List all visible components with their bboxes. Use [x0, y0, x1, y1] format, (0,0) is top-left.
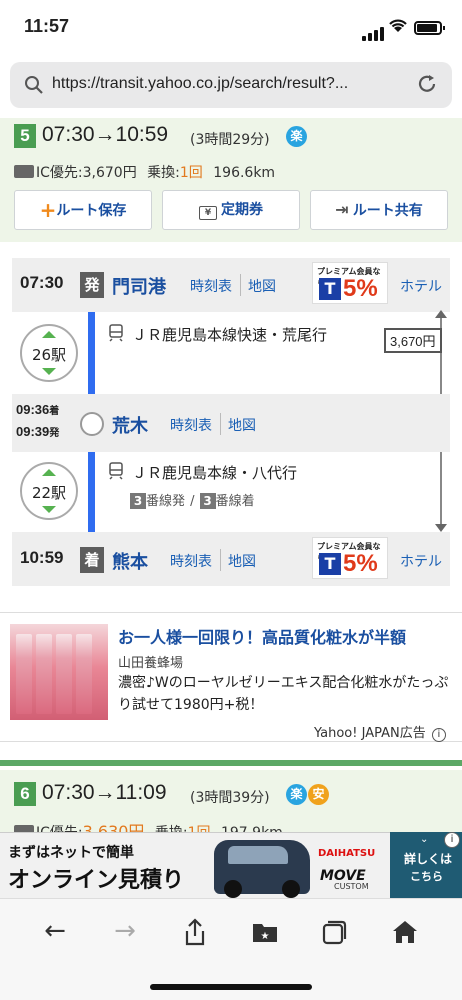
distance: 196.6km: [213, 165, 276, 181]
timetable-link[interactable]: 時刻表: [170, 551, 212, 571]
expand-up-icon: [42, 469, 56, 476]
status-time: 11:57: [24, 16, 70, 36]
home-indicator: [150, 984, 312, 990]
ad-title[interactable]: お一人様一回限り！高品質化粧水が半額: [118, 624, 406, 648]
bookmarks-button[interactable]: ★: [242, 908, 288, 954]
car-image: [214, 840, 310, 898]
t-point-icon: T: [319, 278, 341, 300]
ad-body: 濃密♪Wのローヤルゼリーエキス配合化粧水がたっぷり試せて1980円+税！: [118, 675, 449, 713]
route-info: IC優先:3,670円 乗換:1回 196.6km: [14, 162, 275, 182]
route-divider: [0, 760, 462, 766]
hotel-link[interactable]: ホテル: [400, 276, 442, 296]
arr-time: 10:59: [20, 548, 64, 567]
plus-icon: +: [39, 198, 57, 222]
separator: [220, 413, 221, 435]
station-name[interactable]: 荒木: [112, 412, 148, 438]
timetable-link[interactable]: 時刻表: [170, 415, 212, 435]
expand-down-icon: [42, 506, 56, 513]
forward-button[interactable]: →: [102, 908, 148, 954]
separator: [220, 549, 221, 571]
ad-advertiser: 山田養蜂場: [118, 656, 184, 671]
t-point-icon: T: [319, 553, 341, 575]
info-icon[interactable]: i: [431, 728, 446, 742]
t-point-promo[interactable]: プレミアム会員なら T 5%: [312, 537, 388, 579]
train-name[interactable]: ＪＲ鹿児島本線・八代行: [132, 462, 297, 483]
easy-badge: 楽: [286, 126, 307, 147]
train-icon: [108, 324, 124, 346]
share-button[interactable]: [172, 908, 218, 954]
route-times: 07:30→11:09: [42, 781, 167, 804]
banner-line2: オンライン見積り: [8, 868, 185, 893]
model-sub: CUSTOM: [334, 882, 369, 891]
platform-info: 3 番線発 / 3 番線着: [130, 490, 255, 509]
svg-text:★: ★: [261, 931, 270, 942]
wifi-icon: [388, 18, 408, 37]
share-route-button[interactable]: ⇥ ルート共有: [310, 190, 448, 230]
arr-tag: 着: [80, 547, 104, 573]
stop-count[interactable]: 26駅: [20, 324, 78, 382]
ad-image[interactable]: [10, 624, 108, 720]
hotel-link[interactable]: ホテル: [400, 551, 442, 571]
transfer-count: 1回: [179, 165, 203, 181]
arrow-down-icon: [435, 524, 447, 532]
share-icon: ⇥: [335, 200, 349, 219]
expand-up-icon: [42, 331, 56, 338]
save-route-button[interactable]: +ルート保存: [14, 190, 152, 230]
train-name[interactable]: ＪＲ鹿児島本線快速・荒尾行: [132, 324, 327, 345]
expand-down-icon: [42, 368, 56, 375]
reload-icon[interactable]: [416, 73, 438, 99]
dep-time: 07:30: [20, 273, 64, 292]
route-times: 07:30→10:59: [42, 123, 169, 146]
station-name[interactable]: 門司港: [112, 273, 166, 299]
info-icon[interactable]: i: [444, 832, 460, 848]
url-bar[interactable]: https://transit.yahoo.co.jp/search/resul…: [10, 62, 452, 108]
map-link[interactable]: 地図: [248, 276, 276, 296]
brand-logo: DAIHATSU: [318, 848, 376, 859]
map-link[interactable]: 地図: [228, 415, 256, 435]
home-button[interactable]: [382, 908, 428, 954]
chevron-down-icon: ⌄: [420, 834, 429, 845]
arr-dep-times: 09:36着 09:39発: [16, 402, 60, 439]
cheap-badge: 安: [308, 784, 329, 805]
t-point-promo[interactable]: プレミアム会員なら T 5%: [312, 262, 388, 304]
search-icon: [24, 75, 44, 99]
pass-icon: ¥: [199, 206, 217, 220]
train-icon: [108, 462, 124, 484]
battery-icon: [414, 21, 445, 35]
back-button[interactable]: ←: [32, 908, 78, 954]
map-link[interactable]: 地図: [228, 551, 256, 571]
fare-total: 3,670円: [384, 328, 442, 353]
signal-icon: [362, 22, 386, 41]
route-duration: (3時間39分): [190, 790, 270, 806]
separator: [240, 274, 241, 296]
easy-badge: 楽: [286, 784, 307, 805]
timetable-link[interactable]: 時刻表: [190, 276, 232, 296]
ad-label: Yahoo! JAPAN広告 i: [314, 722, 446, 742]
commuter-pass-button[interactable]: ¥ 定期券: [162, 190, 300, 230]
tabs-button[interactable]: [312, 908, 358, 954]
dep-tag: 発: [80, 272, 104, 298]
transfer-label: 乗換:: [147, 165, 180, 181]
fare-label: IC優先:3,670円: [36, 165, 137, 181]
url-text: https://transit.yahoo.co.jp/search/resul…: [52, 75, 349, 92]
station-name[interactable]: 熊本: [112, 548, 148, 574]
route-duration: (3時間29分): [190, 132, 270, 148]
ic-card-icon: [14, 165, 34, 178]
arrow-up-icon: [435, 310, 447, 318]
route-number: 5: [14, 124, 36, 148]
stop-count[interactable]: 22駅: [20, 462, 78, 520]
transfer-node: [80, 412, 104, 436]
banner-line1: まずはネットで簡単: [8, 845, 134, 861]
route-number: 6: [14, 782, 36, 806]
